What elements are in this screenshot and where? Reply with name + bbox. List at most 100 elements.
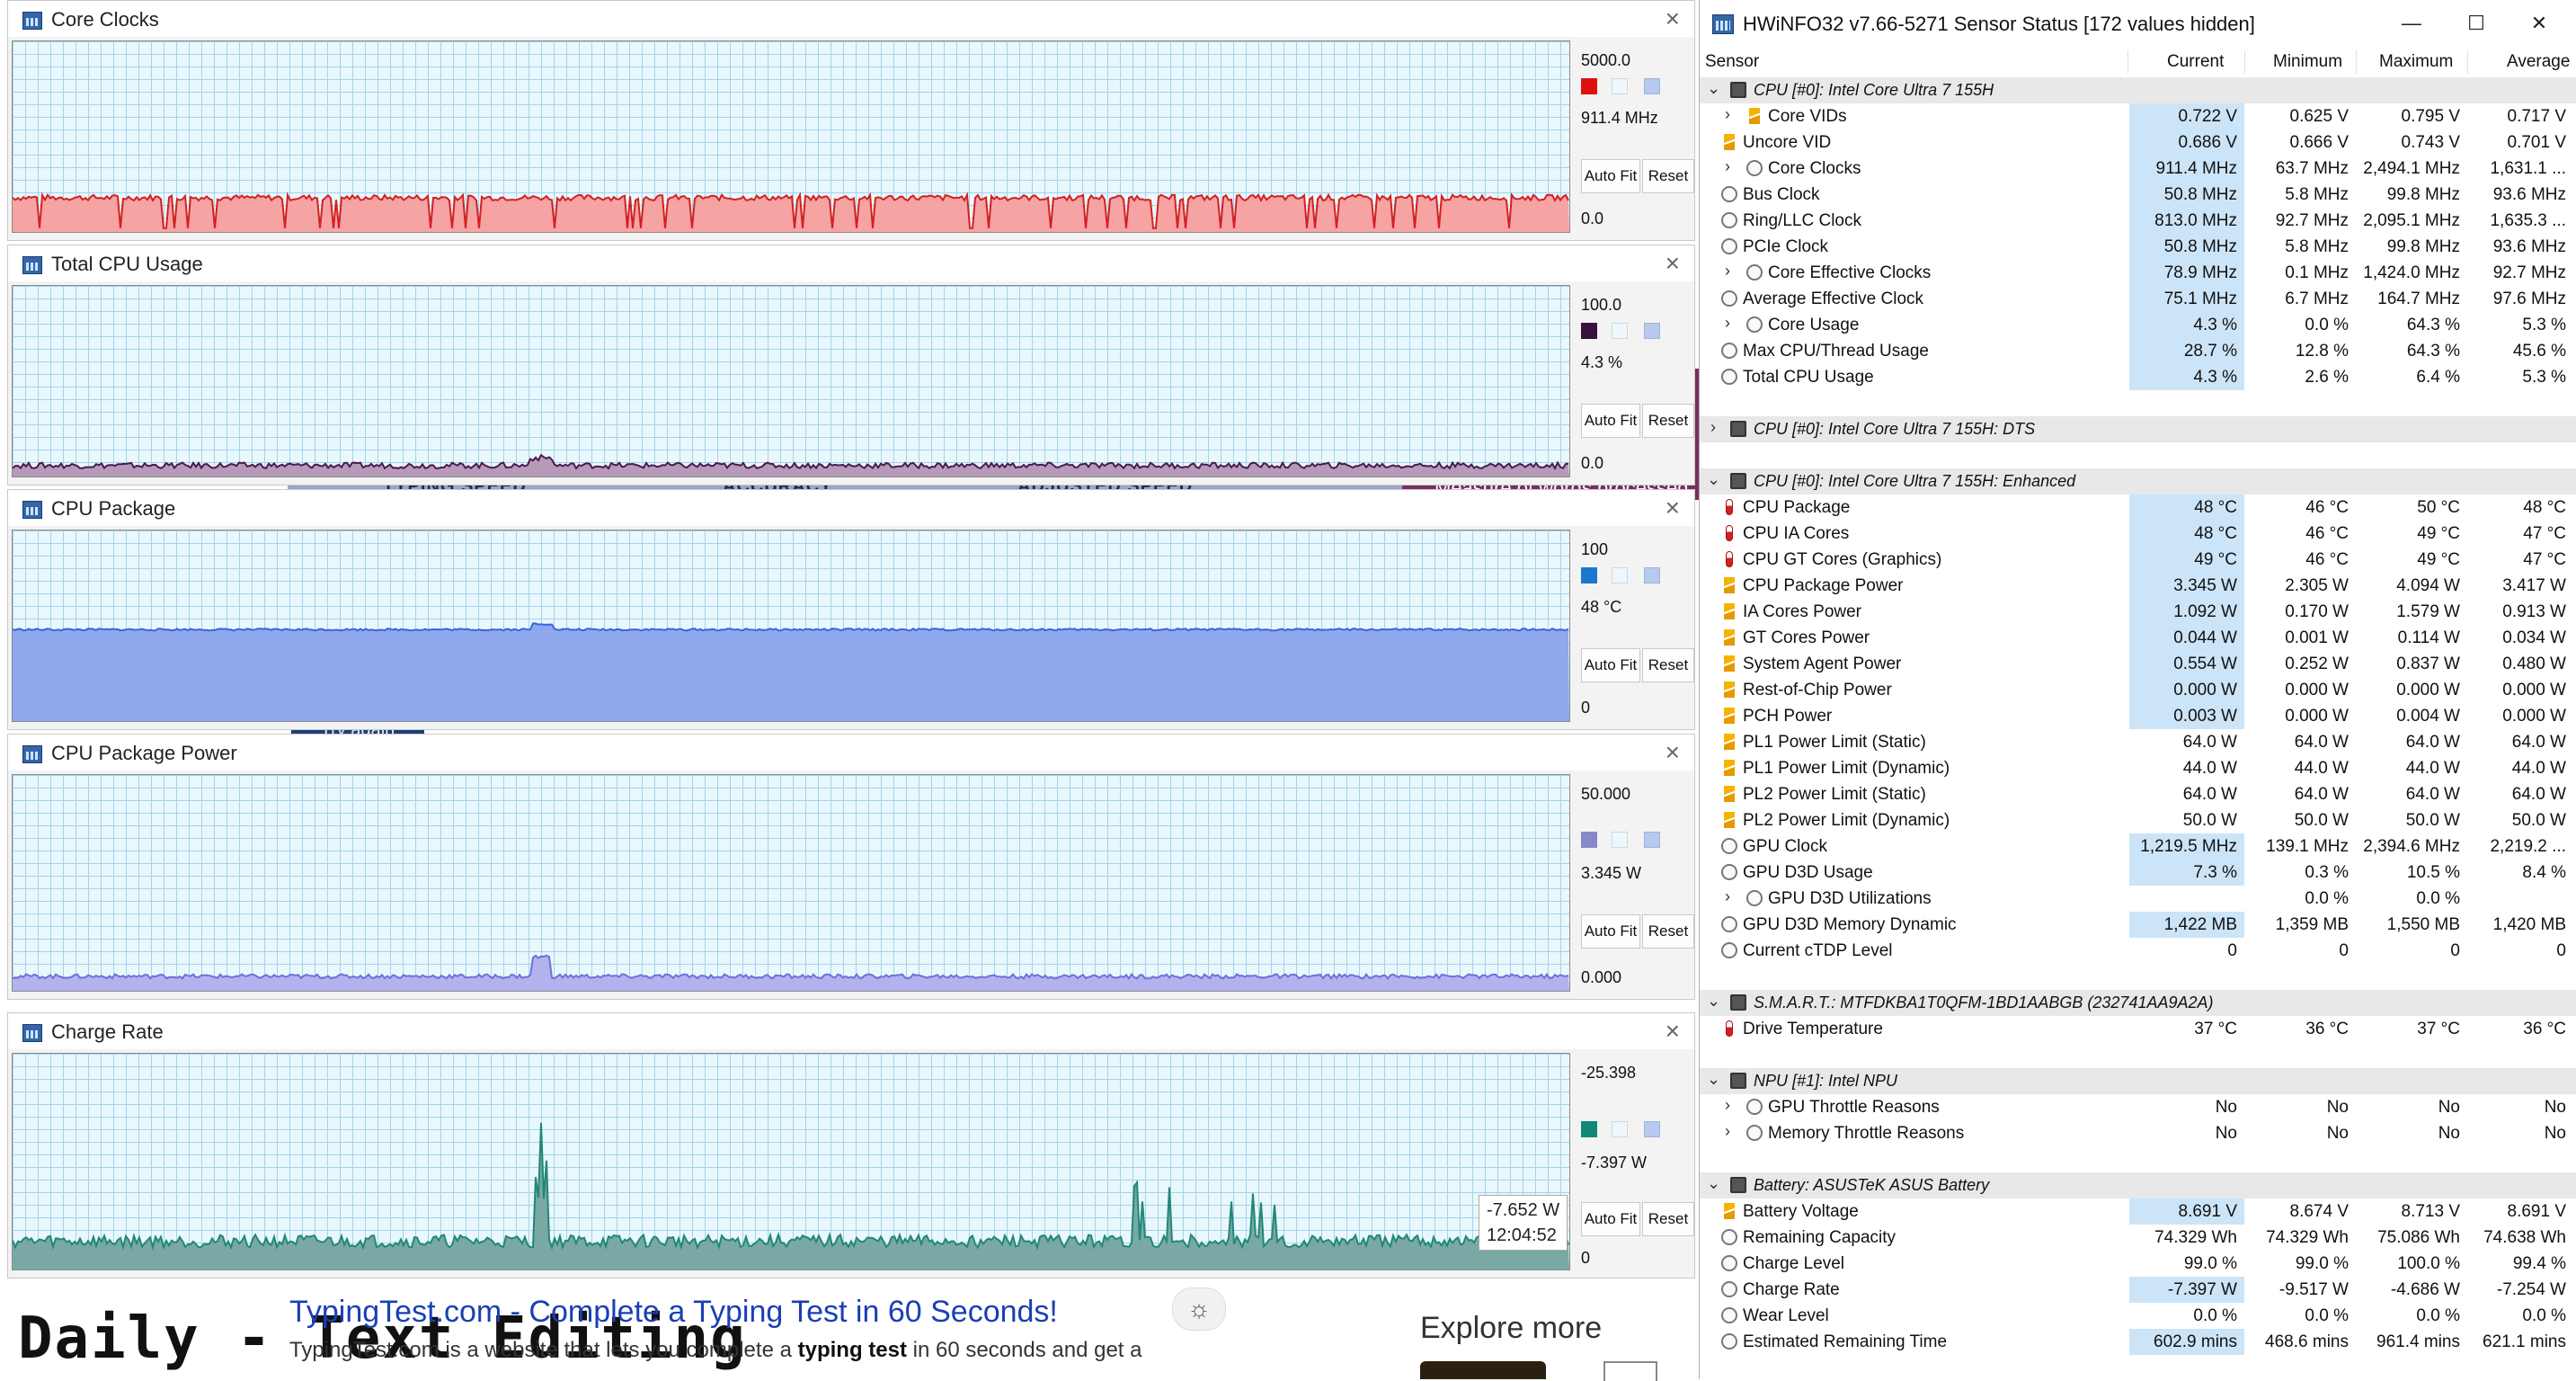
sensor-row[interactable]: Max CPU/Thread Usage 28.7 % 12.8 % 64.3 % 45… xyxy=(1700,338,2576,364)
close-icon[interactable]: × xyxy=(1666,494,1680,522)
sensor-row[interactable]: Charge Level 99.0 % 99.0 % 100.0 % 99.4 % xyxy=(1700,1251,2576,1277)
sensor-row[interactable]: PL1 Power Limit (Dynamic) 44.0 W 44.0 W 44.… xyxy=(1700,755,2576,781)
sensor-row[interactable]: Estimated Remaining Time 602.9 mins 468.6 … xyxy=(1700,1329,2576,1355)
sensor-row[interactable]: System Agent Power 0.554 W 0.252 W 0.837 W 0… xyxy=(1700,651,2576,677)
column-divider[interactable] xyxy=(2467,50,2468,74)
column-divider[interactable] xyxy=(2244,50,2245,74)
sensor-row[interactable]: Charge Rate -7.397 W -9.517 W -4.686 W -7.25… xyxy=(1700,1277,2576,1303)
sensor-row[interactable]: GPU D3D Memory Dynamic 1,422 MB 1,359 MB 1,… xyxy=(1700,912,2576,938)
chevron-right-icon[interactable]: › xyxy=(1721,1122,1734,1141)
sensor-group-row[interactable]: ⌄ S.M.A.R.T.: MTFDKBA1T0QFM-1BD1AABGB (23… xyxy=(1700,990,2576,1016)
sensor-row[interactable]: GPU D3D Usage 7.3 % 0.3 % 10.5 % 8.4 % xyxy=(1700,860,2576,886)
sensor-row[interactable]: CPU Package Power 3.345 W 2.305 W 4.094 W 3.… xyxy=(1700,573,2576,599)
graph-titlebar[interactable]: Charge Rate × xyxy=(8,1013,1694,1049)
sensor-row[interactable]: CPU IA Cores 48 °C 46 °C 49 °C 47 °C xyxy=(1700,521,2576,547)
sensor-row[interactable]: Wear Level 0.0 % 0.0 % 0.0 % 0.0 % xyxy=(1700,1303,2576,1329)
graph-bg-swatch[interactable] xyxy=(1612,78,1628,94)
sensor-row[interactable]: IA Cores Power 1.092 W 0.170 W 1.579 W 0.913… xyxy=(1700,599,2576,625)
chevron-right-icon[interactable]: › xyxy=(1721,262,1734,281)
sensor-row[interactable]: CPU Package 48 °C 46 °C 50 °C 48 °C xyxy=(1700,494,2576,521)
sensor-row[interactable]: › Core Effective Clocks 78.9 MHz 0.1 MHz 1,4… xyxy=(1700,260,2576,286)
graph-bg-swatch[interactable] xyxy=(1612,1121,1628,1137)
column-header-minimum[interactable]: Minimum xyxy=(2273,52,2342,72)
sensor-row[interactable]: PL2 Power Limit (Static) 64.0 W 64.0 W 64.0… xyxy=(1700,781,2576,807)
sensor-row[interactable]: CPU GT Cores (Graphics) 49 °C 46 °C 49 °C 47… xyxy=(1700,547,2576,573)
graph-bg-swatch[interactable] xyxy=(1612,832,1628,848)
sensor-row[interactable]: Remaining Capacity 74.329 Wh 74.329 Wh 75.0… xyxy=(1700,1225,2576,1251)
sensor-row[interactable]: › Core Usage 4.3 % 0.0 % 64.3 % 5.3 % xyxy=(1700,312,2576,338)
close-icon[interactable]: × xyxy=(1666,1017,1680,1046)
sensor-row[interactable]: › Core Clocks 911.4 MHz 63.7 MHz 2,494.1 MHz… xyxy=(1700,156,2576,182)
column-header-current[interactable]: Current xyxy=(2167,52,2224,72)
auto-fit-button[interactable]: Auto Fit xyxy=(1581,159,1640,193)
graph-grid-swatch[interactable] xyxy=(1644,1121,1660,1137)
sensor-row[interactable]: Average Effective Clock 75.1 MHz 6.7 MHz 16… xyxy=(1700,286,2576,312)
column-header-sensor[interactable]: Sensor xyxy=(1705,52,1759,72)
graph-titlebar[interactable]: Total CPU Usage × xyxy=(8,245,1694,281)
chevron-down-icon[interactable]: ⌄ xyxy=(1707,79,1720,98)
sensor-row[interactable]: PCH Power 0.003 W 0.000 W 0.004 W 0.000 W xyxy=(1700,703,2576,729)
chevron-down-icon[interactable]: ⌄ xyxy=(1707,1174,1720,1193)
close-button[interactable]: ✕ xyxy=(2512,7,2566,40)
close-icon[interactable]: × xyxy=(1666,4,1680,33)
chevron-right-icon[interactable]: › xyxy=(1721,105,1734,124)
graph-grid-swatch[interactable] xyxy=(1644,78,1660,94)
reset-button[interactable]: Reset xyxy=(1642,404,1694,438)
search-result-link[interactable]: TypingTest.com - Complete a Typing Test … xyxy=(289,1295,1058,1330)
graph-color-swatch[interactable] xyxy=(1581,832,1597,848)
sensor-row[interactable]: › Memory Throttle Reasons No No No No xyxy=(1700,1120,2576,1146)
sensor-row[interactable]: Rest-of-Chip Power 0.000 W 0.000 W 0.000 W 0… xyxy=(1700,677,2576,703)
chevron-right-icon[interactable]: › xyxy=(1707,418,1719,437)
column-header-average[interactable]: Average xyxy=(2507,52,2570,72)
minimize-button[interactable]: — xyxy=(2385,7,2438,40)
graph-grid-swatch[interactable] xyxy=(1644,323,1660,339)
auto-fit-button[interactable]: Auto Fit xyxy=(1581,404,1640,438)
chevron-right-icon[interactable]: › xyxy=(1721,157,1734,176)
graph-grid-swatch[interactable] xyxy=(1644,832,1660,848)
sensor-row[interactable]: Uncore VID 0.686 V 0.666 V 0.743 V 0.701 V xyxy=(1700,129,2576,156)
reset-button[interactable]: Reset xyxy=(1642,914,1694,949)
graph-titlebar[interactable]: CPU Package Power × xyxy=(8,735,1694,771)
chevron-right-icon[interactable]: › xyxy=(1721,314,1734,333)
graph-titlebar[interactable]: CPU Package × xyxy=(8,490,1694,526)
close-icon[interactable]: × xyxy=(1666,249,1680,278)
sensor-row[interactable]: GT Cores Power 0.044 W 0.001 W 0.114 W 0.034… xyxy=(1700,625,2576,651)
graph-color-swatch[interactable] xyxy=(1581,78,1597,94)
column-divider[interactable] xyxy=(2356,50,2357,74)
auto-fit-button[interactable]: Auto Fit xyxy=(1581,648,1640,682)
reset-button[interactable]: Reset xyxy=(1642,159,1694,193)
reset-button[interactable]: Reset xyxy=(1642,648,1694,682)
chevron-right-icon[interactable]: › xyxy=(1721,1096,1734,1115)
sensor-row[interactable]: Current cTDP Level 0 0 0 0 xyxy=(1700,938,2576,964)
graph-color-swatch[interactable] xyxy=(1581,323,1597,339)
graph-titlebar[interactable]: Core Clocks × xyxy=(8,1,1694,37)
sensor-row[interactable]: Drive Temperature 37 °C 36 °C 37 °C 36 °C xyxy=(1700,1016,2576,1042)
sensor-row[interactable]: GPU Clock 1,219.5 MHz 139.1 MHz 2,394.6 MHz… xyxy=(1700,833,2576,860)
auto-fit-button[interactable]: Auto Fit xyxy=(1581,1202,1640,1236)
sensor-row[interactable]: Bus Clock 50.8 MHz 5.8 MHz 99.8 MHz 93.6 MHz xyxy=(1700,182,2576,208)
lightbulb-icon[interactable]: ☼ xyxy=(1172,1287,1226,1331)
sensor-group-row[interactable]: ⌄ CPU [#0]: Intel Core Ultra 7 155H xyxy=(1700,77,2576,103)
column-divider[interactable] xyxy=(2127,50,2128,74)
graph-color-swatch[interactable] xyxy=(1581,1121,1597,1137)
graph-bg-swatch[interactable] xyxy=(1612,567,1628,584)
reset-button[interactable]: Reset xyxy=(1642,1202,1694,1236)
sensor-row[interactable]: PL1 Power Limit (Static) 64.0 W 64.0 W 64.0… xyxy=(1700,729,2576,755)
sensor-row[interactable]: PCIe Clock 50.8 MHz 5.8 MHz 99.8 MHz 93.6 MH… xyxy=(1700,234,2576,260)
chevron-down-icon[interactable]: ⌄ xyxy=(1707,1070,1720,1089)
sensor-group-row[interactable]: ⌄ CPU [#0]: Intel Core Ultra 7 155H: Enha… xyxy=(1700,468,2576,494)
auto-fit-button[interactable]: Auto Fit xyxy=(1581,914,1640,949)
sensor-group-row[interactable]: › CPU [#0]: Intel Core Ultra 7 155H: DTS xyxy=(1700,416,2576,442)
chevron-down-icon[interactable]: ⌄ xyxy=(1707,992,1720,1011)
sensor-row[interactable]: › GPU Throttle Reasons No No No No xyxy=(1700,1094,2576,1120)
sensor-row[interactable]: Ring/LLC Clock 813.0 MHz 92.7 MHz 2,095.1 M… xyxy=(1700,208,2576,234)
chevron-down-icon[interactable]: ⌄ xyxy=(1707,470,1720,489)
sensor-row[interactable]: › GPU D3D Utilizations 0.0 % 0.0 % xyxy=(1700,886,2576,912)
close-icon[interactable]: × xyxy=(1666,738,1680,767)
sensor-group-row[interactable]: ⌄ Battery: ASUSTeK ASUS Battery xyxy=(1700,1172,2576,1198)
sensor-row[interactable]: Total CPU Usage 4.3 % 2.6 % 6.4 % 5.3 % xyxy=(1700,364,2576,390)
graph-bg-swatch[interactable] xyxy=(1612,323,1628,339)
sensor-row[interactable]: Battery Voltage 8.691 V 8.674 V 8.713 V 8.69… xyxy=(1700,1198,2576,1225)
graph-grid-swatch[interactable] xyxy=(1644,567,1660,584)
sensor-row[interactable]: › Core VIDs 0.722 V 0.625 V 0.795 V 0.717 V xyxy=(1700,103,2576,129)
